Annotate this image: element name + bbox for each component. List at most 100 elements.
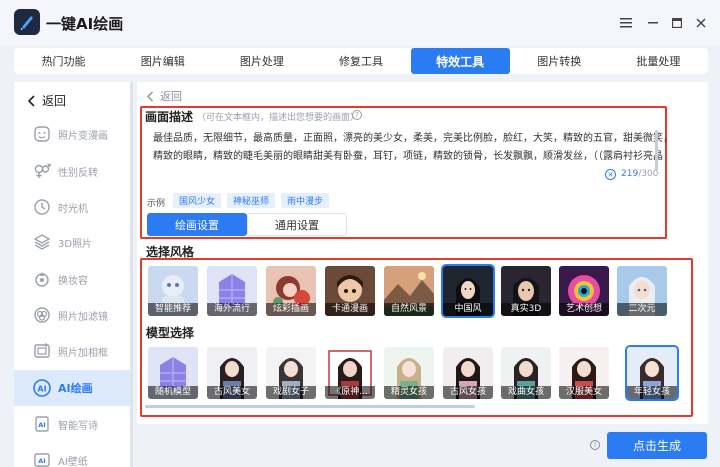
model-thumb-opera-girl[interactable]: 戏曲女孩 — [501, 347, 551, 399]
sidebar-item-time-machine[interactable]: 时光机 — [14, 191, 132, 223]
sidebar-item-label: AI绘画 — [58, 382, 93, 395]
tab-paint-settings[interactable]: 绘画设置 — [147, 213, 247, 236]
style-thumb-caption: 自然风景 — [384, 303, 434, 316]
menu-icon[interactable] — [617, 14, 635, 32]
sidebar-item-gender-swap[interactable]: 性别反转 — [14, 155, 132, 187]
style-thumb-caption: 炫彩插画 — [266, 303, 316, 316]
app-logo-icon — [14, 9, 40, 35]
sidebar-item-label: 照片加相框 — [58, 347, 108, 359]
chevron-left-icon — [147, 91, 153, 101]
model-section-title: 模型选择 — [146, 326, 195, 340]
sidebar-item-label: 换妆容 — [58, 275, 88, 287]
style-thumb-chinese-style[interactable]: 中国风 — [441, 264, 495, 318]
sidebar-item-ai-wallpaper[interactable]: AI AI壁纸 — [14, 444, 132, 467]
makeup-icon — [32, 269, 52, 289]
sidebar: 返回 照片变漫画 性别反转 时光机 3D照片 换妆容 照片加滤镜 照片加相框 A… — [14, 82, 132, 467]
close-icon[interactable] — [692, 14, 710, 32]
style-thumb-realistic-3d[interactable]: 真实3D — [501, 266, 551, 316]
model-thumb-caption: 《原神... — [325, 386, 375, 399]
style-thumb-caption: 二次元 — [617, 303, 667, 316]
top-tab-bar: 热门功能 图片编辑 图片处理 修复工具 特效工具 图片转换 批量处理 — [14, 48, 708, 74]
model-thumb-caption: 汉服美女 — [559, 386, 609, 399]
clock-icon — [32, 197, 52, 217]
layers-icon — [32, 232, 52, 252]
sidebar-item-label: 3D照片 — [58, 238, 93, 250]
info-icon[interactable]: ! — [590, 440, 600, 450]
tab-image-edit[interactable]: 图片编辑 — [113, 48, 212, 74]
tab-repair-tools[interactable]: 修复工具 — [311, 48, 410, 74]
sidebar-item-photo-frame[interactable]: 照片加相框 — [14, 335, 132, 367]
style-thumb-art-creative[interactable]: 艺术创想 — [559, 266, 609, 316]
main-panel: 返回 画面描述 （可在文本框内，描述出您想要的画面） ? 最佳品质，无限细节，最… — [137, 82, 708, 424]
sidebar-item-3d-photo[interactable]: 3D照片 — [14, 226, 132, 258]
style-thumb-caption: 海外流行 — [207, 303, 257, 316]
generate-button[interactable]: 点击生成 — [607, 432, 707, 459]
model-thumb-caption: 年轻女孩 — [627, 386, 677, 399]
sidebar-item-photo-to-cartoon[interactable]: 照片变漫画 — [14, 118, 132, 150]
model-thumb-drama-woman[interactable]: 戏剧女子 — [266, 347, 316, 399]
style-thumb-caption: 中国风 — [443, 303, 493, 316]
style-thumb-colorful-illustration[interactable]: 炫彩插画 — [266, 266, 316, 316]
example-label: 示例 — [147, 199, 166, 209]
model-thumb-random[interactable]: 随机模型 — [148, 347, 198, 399]
model-thumb-genshin[interactable]: 《原神... — [325, 347, 375, 399]
main-back-button[interactable]: 返回 — [147, 88, 182, 104]
example-chip-guofeng-girl[interactable]: 国风少女 — [173, 193, 222, 208]
clear-icon[interactable]: ✕ — [605, 169, 616, 180]
sidebar-item-ai-painting[interactable]: AI AI绘画 — [14, 370, 132, 406]
main-back-label: 返回 — [160, 90, 182, 103]
help-icon[interactable]: ? — [352, 110, 362, 120]
tab-hot-features[interactable]: 热门功能 — [14, 48, 113, 74]
char-count-value: 219 — [621, 169, 639, 179]
sidebar-item-label: 照片加滤镜 — [58, 311, 108, 323]
description-hint: （可在文本框内，描述出您想要的画面） — [197, 113, 360, 123]
sidebar-scrollbar[interactable] — [130, 82, 133, 467]
style-thumb-anime[interactable]: 二次元 — [617, 266, 667, 316]
style-thumb-natural-scenery[interactable]: 自然风景 — [384, 266, 434, 316]
model-thumb-elf-girl[interactable]: 精灵女孩 — [384, 347, 434, 399]
style-thumb-cartoon-comic[interactable]: 卡通漫画 — [325, 266, 375, 316]
model-horizontal-scrollbar[interactable] — [145, 405, 475, 408]
sidebar-item-makeup[interactable]: 换妆容 — [14, 263, 132, 295]
style-thumb-caption: 卡通漫画 — [325, 303, 375, 316]
maximize-icon[interactable] — [668, 14, 686, 32]
model-thumb-ancient-beauty[interactable]: 古风美女 — [207, 347, 257, 399]
cartoon-face-icon — [32, 124, 52, 144]
model-thumb-caption: 精灵女孩 — [384, 386, 434, 399]
sidebar-back-label: 返回 — [42, 94, 67, 108]
sidebar-item-label: AI壁纸 — [58, 456, 88, 467]
char-count: 219/300 — [621, 169, 658, 179]
description-textarea[interactable]: 最佳品质，无限细节，最高质量，正面照，漂亮的美少女，柔美，完美比例脸，脸红，大笑… — [153, 130, 673, 166]
style-thumb-caption: 真实3D — [501, 303, 551, 316]
sidebar-item-photo-filter[interactable]: 照片加滤镜 — [14, 299, 132, 331]
style-thumb-smart-recommend[interactable]: 智能推荐 — [148, 266, 198, 316]
ai-paint-icon: AI — [32, 378, 52, 398]
tab-image-process[interactable]: 图片处理 — [212, 48, 311, 74]
example-chip-mystic-wizard[interactable]: 神秘巫师 — [227, 193, 276, 208]
ai-poem-icon: AI — [32, 414, 52, 434]
chevron-left-icon — [28, 94, 35, 107]
model-thumb-caption: 戏剧女子 — [266, 386, 316, 399]
model-thumb-hanfu-beauty[interactable]: 汉服美女 — [559, 347, 609, 399]
example-chip-walk-in-rain[interactable]: 雨中漫步 — [281, 193, 330, 208]
tab-effects-tools[interactable]: 特效工具 — [410, 48, 510, 74]
tab-image-convert[interactable]: 图片转换 — [510, 48, 609, 74]
model-thumb-ancient-girl[interactable]: 古风女孩 — [443, 347, 493, 399]
style-thumb-overseas-popular[interactable]: 海外流行 — [207, 266, 257, 316]
app-title: 一键AI绘画 — [46, 15, 124, 33]
sidebar-item-ai-poem[interactable]: AI 智能写诗 — [14, 408, 132, 440]
style-thumb-caption: 智能推荐 — [148, 303, 198, 316]
gender-icon — [32, 161, 52, 181]
model-thumb-young-girl[interactable]: 年轻女孩 — [625, 345, 679, 401]
sidebar-item-label: 智能写诗 — [58, 420, 98, 432]
sidebar-item-label: 照片变漫画 — [58, 130, 108, 142]
minimize-icon[interactable] — [644, 14, 662, 32]
description-scrollbar[interactable] — [655, 130, 658, 170]
sidebar-back-button[interactable]: 返回 — [28, 92, 66, 109]
svg-text:AI: AI — [37, 385, 46, 394]
tab-general-settings[interactable]: 通用设置 — [247, 213, 347, 236]
tab-batch-process[interactable]: 批量处理 — [609, 48, 708, 74]
sidebar-item-label: 时光机 — [58, 203, 88, 215]
model-thumb-caption: 戏曲女孩 — [501, 386, 551, 399]
filter-icon — [32, 305, 52, 325]
